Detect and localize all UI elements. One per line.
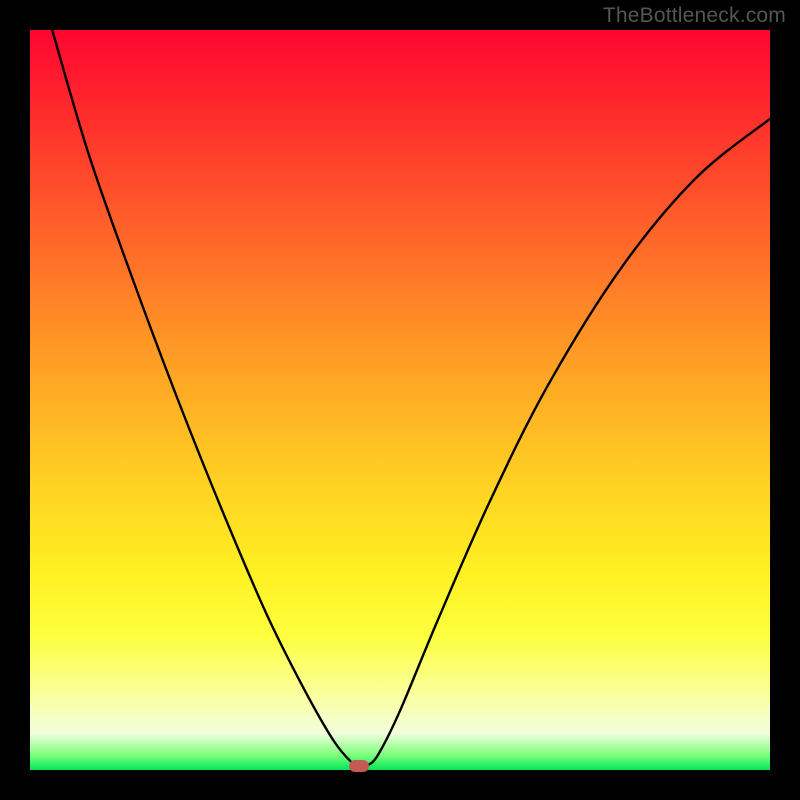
bottleneck-curve <box>52 30 770 767</box>
watermark-text: TheBottleneck.com <box>603 4 786 28</box>
optimal-point-marker <box>349 760 369 772</box>
plot-area <box>30 30 770 770</box>
curve-svg <box>30 30 770 770</box>
